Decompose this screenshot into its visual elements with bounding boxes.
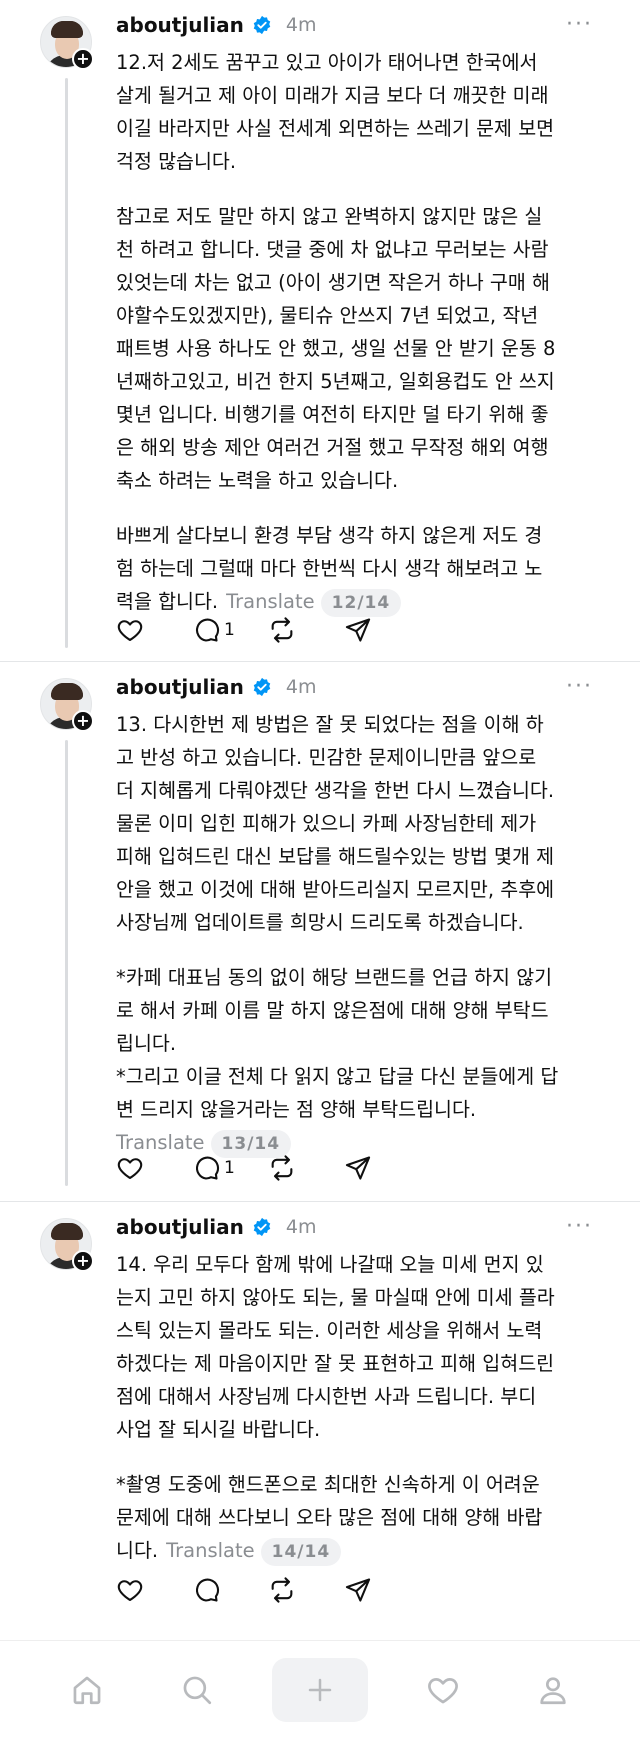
thread-post: + aboutjulian 4m ··· 14. 우리 모두다 함께 밖에 나갈… bbox=[0, 1202, 640, 1640]
reply-count: 1 bbox=[224, 1158, 235, 1178]
post-paragraph: 바쁘게 살다보니 환경 부담 생각 하지 않은게 저도 경 험 하는데 그럴때 … bbox=[116, 519, 610, 618]
thread-post: + aboutjulian 4m ··· 13. 다시한번 제 방법은 잘 못 … bbox=[0, 662, 640, 1202]
repost-icon bbox=[271, 1577, 293, 1603]
search-icon bbox=[183, 1676, 212, 1704]
bottom-navigation-bar bbox=[0, 1640, 640, 1738]
like-button[interactable] bbox=[116, 1574, 192, 1606]
post-paragraph: 13. 다시한번 제 방법은 잘 못 되었다는 점을 이해 하 고 반성 하고 … bbox=[116, 713, 555, 934]
translate-link[interactable]: Translate bbox=[226, 590, 315, 613]
avatar[interactable]: + bbox=[40, 1218, 94, 1272]
post-paragraph: 12.저 2세도 꿈꾸고 있고 아이가 태어나면 한국에서 살게 될거고 제 아… bbox=[116, 51, 555, 173]
heart-icon bbox=[117, 1158, 143, 1179]
home-icon bbox=[73, 1676, 101, 1704]
repost-icon bbox=[271, 1155, 293, 1181]
post-time: 4m bbox=[285, 14, 317, 36]
more-options-icon[interactable]: ··· bbox=[566, 12, 593, 37]
post-body: 14. 우리 모두다 함께 밖에 나갈때 오늘 미세 먼지 있 는지 고민 하지… bbox=[116, 1248, 610, 1567]
post-paragraph: 14. 우리 모두다 함께 밖에 나갈때 오늘 미세 먼지 있 는지 고민 하지… bbox=[116, 1253, 555, 1441]
translate-link[interactable]: Translate bbox=[116, 1131, 205, 1154]
reply-button[interactable]: 1 bbox=[192, 1152, 268, 1184]
repost-button[interactable] bbox=[268, 1574, 344, 1606]
comment-icon bbox=[195, 618, 220, 642]
post-body: 13. 다시한번 제 방법은 잘 못 되었다는 점을 이해 하 고 반성 하고 … bbox=[116, 708, 610, 1159]
thread-page-indicator: 12/14 bbox=[320, 589, 402, 617]
repost-button[interactable] bbox=[268, 1152, 344, 1184]
follow-plus-icon[interactable]: + bbox=[72, 710, 94, 732]
thread-page-indicator: 14/14 bbox=[260, 1538, 342, 1566]
thread-post: + aboutjulian 4m ··· 12.저 2세도 꿈꾸고 있고 아이가… bbox=[0, 0, 640, 662]
send-icon bbox=[345, 618, 371, 642]
repost-button[interactable] bbox=[268, 614, 344, 646]
like-button[interactable] bbox=[116, 1152, 192, 1184]
heart-icon bbox=[117, 620, 143, 641]
post-paragraph: *카페 대표님 동의 없이 해당 브랜드를 언급 하지 않기 로 해서 카페 이… bbox=[116, 966, 559, 1121]
avatar[interactable]: + bbox=[40, 678, 94, 732]
comment-icon bbox=[195, 1156, 220, 1180]
follow-plus-icon[interactable]: + bbox=[72, 48, 94, 70]
send-icon bbox=[345, 1578, 371, 1602]
nav-home-button[interactable] bbox=[52, 1658, 122, 1722]
verified-badge-icon bbox=[253, 677, 271, 697]
thread-connector-line bbox=[65, 740, 68, 1186]
translate-link[interactable]: Translate bbox=[166, 1539, 255, 1562]
post-time: 4m bbox=[285, 1216, 317, 1238]
post-body: 12.저 2세도 꿈꾸고 있고 아이가 태어나면 한국에서 살게 될거고 제 아… bbox=[116, 46, 610, 618]
like-button[interactable] bbox=[116, 614, 192, 646]
post-username[interactable]: aboutjulian bbox=[116, 13, 244, 37]
activity-icon bbox=[428, 1677, 458, 1703]
thread-connector-line bbox=[65, 78, 68, 648]
reply-button[interactable]: 1 bbox=[192, 614, 268, 646]
repost-icon bbox=[271, 617, 293, 643]
verified-badge-icon bbox=[253, 1217, 271, 1237]
more-options-icon[interactable]: ··· bbox=[566, 1214, 593, 1239]
post-time: 4m bbox=[285, 676, 317, 698]
comment-icon bbox=[195, 1578, 220, 1602]
send-icon bbox=[345, 1156, 371, 1180]
post-paragraph: *촬영 도중에 핸드폰으로 최대한 신속하게 이 어려운 문제에 대해 쓰다보니… bbox=[116, 1468, 610, 1567]
nav-profile-button[interactable] bbox=[518, 1658, 588, 1722]
reply-count: 1 bbox=[224, 620, 235, 640]
share-button[interactable] bbox=[344, 614, 420, 646]
follow-plus-icon[interactable]: + bbox=[72, 1250, 94, 1272]
nav-activity-button[interactable] bbox=[408, 1658, 478, 1722]
verified-badge-icon bbox=[253, 15, 271, 35]
profile-icon bbox=[540, 1676, 566, 1704]
post-paragraph: 참고로 저도 말만 하지 않고 완벽하지 않지만 많은 실 천 하려고 합니다.… bbox=[116, 205, 556, 492]
heart-icon bbox=[117, 1580, 143, 1601]
nav-search-button[interactable] bbox=[162, 1658, 232, 1722]
post-username[interactable]: aboutjulian bbox=[116, 1215, 244, 1239]
reply-button[interactable] bbox=[192, 1574, 268, 1606]
nav-create-button[interactable] bbox=[272, 1657, 368, 1722]
post-username[interactable]: aboutjulian bbox=[116, 675, 244, 699]
share-button[interactable] bbox=[344, 1152, 420, 1184]
share-button[interactable] bbox=[344, 1574, 420, 1606]
more-options-icon[interactable]: ··· bbox=[566, 674, 593, 699]
avatar[interactable]: + bbox=[40, 16, 94, 70]
create-icon bbox=[308, 1678, 332, 1701]
